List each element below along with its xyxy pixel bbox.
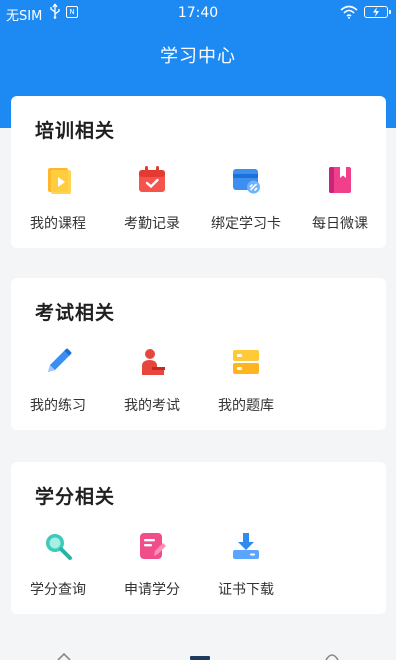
tile-label: 我的考试: [124, 398, 180, 414]
tile-label: 申请学分: [124, 582, 180, 598]
question-bank-icon: [233, 350, 259, 374]
tile-label: 考勤记录: [124, 216, 180, 232]
tile-daily-microcourse[interactable]: 每日微课: [293, 164, 387, 233]
download-tray-icon: [233, 533, 259, 559]
course-video-icon: [48, 168, 71, 194]
page-title: 学习中心: [160, 46, 236, 67]
section-card-exam: 考试相关 我的练习 我的考试 我的题库: [11, 278, 386, 430]
section-title: 学分相关: [35, 486, 116, 508]
tile-my-practice[interactable]: 我的练习: [11, 346, 105, 415]
battery-icon: [364, 6, 391, 18]
clock-time: 17:40: [177, 5, 219, 21]
tile-label: 证书下载: [218, 582, 274, 598]
tile-credit-query[interactable]: 学分查询: [11, 530, 105, 599]
exam-person-icon: [142, 349, 165, 375]
bottom-tab-bar: [0, 640, 396, 660]
wifi-icon: [340, 5, 358, 19]
tile-my-question-bank[interactable]: 我的题库: [199, 346, 293, 415]
daily-book-icon: [329, 167, 351, 193]
tile-bind-study-card[interactable]: 绑定学习卡: [199, 164, 293, 233]
bind-card-icon: [233, 169, 260, 194]
attendance-calendar-icon: [139, 166, 165, 192]
pencil-icon: [48, 348, 72, 372]
tile-attendance-records[interactable]: 考勤记录: [105, 164, 199, 233]
search-icon: [46, 534, 72, 560]
section-card-credit: 学分相关 学分查询 申请学分 证书下载: [11, 462, 386, 614]
tile-label: 每日微课: [312, 216, 368, 232]
tile-my-exam[interactable]: 我的考试: [105, 346, 199, 415]
tile-label: 我的课程: [30, 216, 86, 232]
charging-bolt-icon: [373, 7, 379, 17]
tile-my-courses[interactable]: 我的课程: [11, 164, 105, 233]
learning-center-screen: 无SIM N 17:40 学习中心 培训相关 我的课程 考勤记录 绑定学习卡 每…: [0, 0, 396, 660]
profile-tab-icon[interactable]: [324, 653, 340, 660]
apply-document-icon: [140, 533, 166, 559]
tile-certificate-download[interactable]: 证书下载: [199, 530, 293, 599]
section-card-training: 培训相关 我的课程 考勤记录 绑定学习卡 每日微课: [11, 96, 386, 248]
section-title: 培训相关: [35, 120, 116, 142]
tile-label: 绑定学习卡: [211, 216, 281, 232]
tile-label: 我的题库: [218, 398, 274, 414]
status-bar: 无SIM N 17:40: [0, 0, 396, 26]
home-tab-icon[interactable]: [56, 652, 72, 660]
section-title: 考试相关: [35, 302, 116, 324]
study-tab-icon[interactable]: [190, 656, 210, 660]
tile-label: 学分查询: [30, 582, 86, 598]
tile-label: 我的练习: [30, 398, 86, 414]
tile-apply-credit[interactable]: 申请学分: [105, 530, 199, 599]
